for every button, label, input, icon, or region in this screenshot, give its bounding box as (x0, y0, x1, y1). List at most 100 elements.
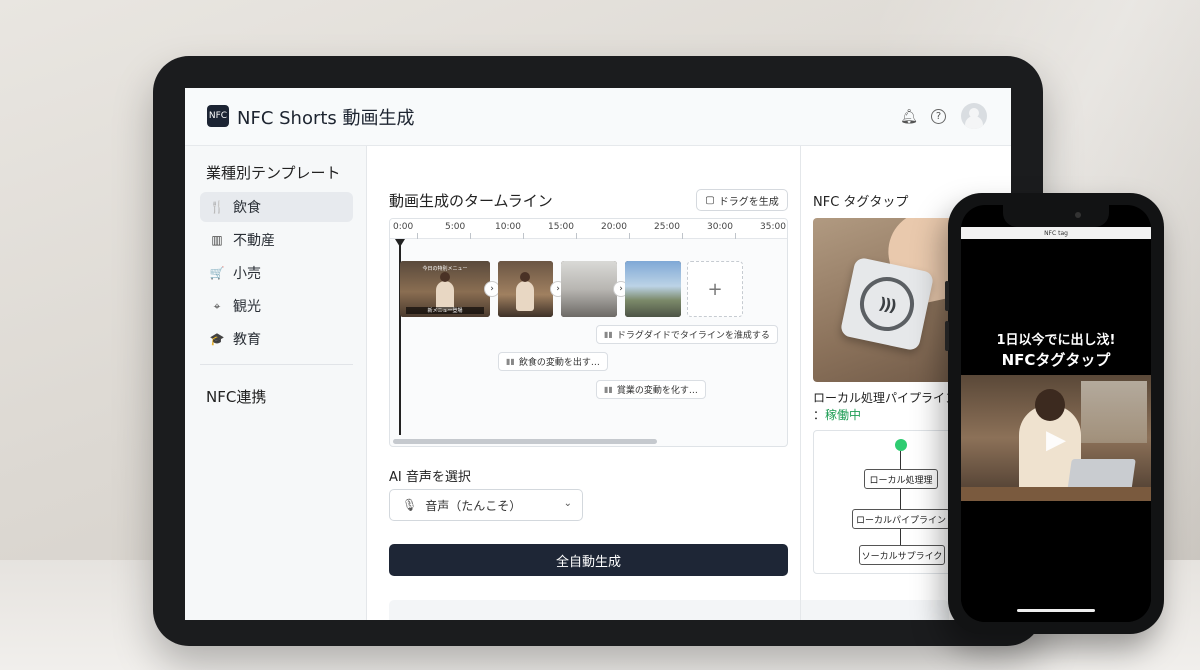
sidebar-item-label: 飲食 (233, 200, 261, 216)
promo-line2: NFCタグタップ (1001, 351, 1111, 369)
nfc-icon (854, 271, 920, 337)
tick-label: 35:00 (760, 222, 786, 232)
flow-start-node (895, 439, 907, 451)
sidebar-item-real-estate[interactable]: ▥ 不動産 (200, 225, 353, 255)
timeline-ruler: 0:00 5:00 10:00 15:00 20:00 25:00 30:00 … (390, 219, 787, 239)
pipeline-status-prefix: ： (813, 408, 826, 422)
sidebar-item-label: 教育 (233, 332, 261, 348)
flow-node-3: ソーカルサプライク (859, 545, 945, 565)
sidebar-item-label: 小売 (233, 266, 261, 282)
clip-person (516, 272, 534, 311)
graduation-cap-icon: 🎓 (209, 332, 225, 346)
clip-caption: 今日の特別メニュー (422, 266, 468, 272)
panel-divider (800, 146, 801, 620)
tick-mark (576, 233, 577, 239)
waveform-icon: ▮▮ (604, 385, 613, 394)
tick-mark (417, 233, 418, 239)
video-clip-2[interactable] (498, 261, 553, 317)
home-indicator (1017, 609, 1095, 612)
audio-track-label: 賞業の変動を化す… (616, 386, 698, 396)
voice-select[interactable]: 🎙︎ 音声（たんこそ） ⌄ (389, 489, 583, 521)
video-clip-4[interactable] (625, 261, 681, 317)
sidebar-item-education[interactable]: 🎓 教育 (200, 324, 353, 354)
drag-generate-button[interactable]: ▢ ドラグを生成 (696, 189, 788, 211)
timeline-editor[interactable]: 0:00 5:00 10:00 15:00 20:00 25:00 30:00 … (389, 218, 788, 447)
tick-label: 5:00 (445, 222, 466, 232)
phone-video[interactable]: ▶ (961, 375, 1151, 501)
cart-icon: 🛒 (209, 266, 225, 280)
tick-mark (470, 233, 471, 239)
sidebar-item-label: 不動産 (233, 233, 275, 249)
voice-selected: 音声（たんこそ） (425, 498, 522, 513)
sidebar-item-restaurant[interactable]: 🍴 飲食 (200, 192, 353, 222)
utensils-icon: 🍴 (209, 200, 225, 214)
waveform-icon: ▮▮ (604, 330, 613, 339)
add-clip-button[interactable]: + (687, 261, 743, 317)
nfc-card-image (839, 256, 935, 352)
timeline-scrollbar[interactable] (393, 439, 657, 444)
pipeline-status: 稼働中 (825, 408, 862, 422)
sidebar: 業種別テンプレート 🍴 飲食 ▥ 不動産 🛒 小売 ⌖ 観光 🎓 教育 NFC連… (185, 146, 367, 620)
tick-mark (735, 233, 736, 239)
tick-label: 30:00 (707, 222, 733, 232)
flow-node-1: ローカル処理理 (864, 469, 938, 489)
audio-track-2[interactable]: ▮▮ 飲食の変動を出す… (498, 352, 608, 371)
tick-label: 15:00 (548, 222, 574, 232)
building-icon: ▥ (211, 233, 223, 247)
sidebar-item-nfc[interactable]: NFC連携 (206, 386, 266, 407)
app-logo: NFC (207, 105, 229, 127)
help-icon[interactable]: ? (931, 109, 946, 124)
avatar[interactable] (961, 103, 987, 129)
play-icon[interactable]: ▶ (1041, 425, 1071, 455)
microphone-icon: 🎙︎ (402, 498, 418, 512)
flow-connector (900, 451, 901, 469)
flow-connector (900, 489, 901, 509)
timeline-title: 動画生成のタームライン (389, 192, 553, 210)
sidebar-divider (200, 364, 353, 365)
voice-title: AI 音声を選択 (389, 470, 471, 485)
phone-device: NFC tag 1日以今でに出し㳀! NFCタグタップ ▶ (945, 193, 1164, 634)
app-header: NFC NFC Shorts 動画生成 🔔︎ ? (185, 88, 1011, 146)
video-clip-3[interactable] (561, 261, 617, 317)
tick-mark (682, 233, 683, 239)
tick-label: 10:00 (495, 222, 521, 232)
audio-track-3[interactable]: ▮▮ 賞業の変動を化す… (596, 380, 706, 399)
tick-label: 0:00 (393, 222, 414, 232)
clip-subtitle: 新メニュー登場 (406, 307, 484, 314)
flow-node-2: ローカルパイプライン (852, 509, 950, 529)
tablet-device: NFC NFC Shorts 動画生成 🔔︎ ? 業種別テンプレート 🍴 飲食 … (153, 56, 1043, 646)
sidebar-title: 業種別テンプレート (206, 164, 341, 182)
audio-track-label: 飲食の変動を出す… (518, 358, 600, 368)
phone-topbar: NFC tag (961, 227, 1151, 239)
bell-icon[interactable]: 🔔︎ (900, 108, 918, 126)
video-background (1081, 381, 1147, 443)
bottom-card (389, 600, 949, 620)
map-pin-icon: ⌖ (213, 298, 221, 313)
clip-thumbnail (625, 261, 681, 317)
pipeline-title-text: ローカル処理パイプライン (813, 391, 958, 405)
phone-side-button (945, 281, 949, 311)
clip-thumbnail (561, 261, 617, 317)
sidebar-item-retail[interactable]: 🛒 小売 (200, 258, 353, 288)
video-table (961, 487, 1151, 501)
promo-line1: 1日以今でに出し㳀! (996, 333, 1116, 348)
waveform-icon: ▮▮ (506, 357, 515, 366)
sidebar-item-label: 観光 (233, 299, 261, 315)
phone-content: 1日以今でに出し㳀! NFCタグタップ ▶ (961, 239, 1151, 622)
tick-mark (629, 233, 630, 239)
phone-side-button (945, 321, 949, 351)
tick-label: 20:00 (601, 222, 627, 232)
audio-track-1[interactable]: ▮▮ ドラグダイドでタイラインを淮成する (596, 325, 778, 344)
tick-mark (523, 233, 524, 239)
drag-generate-label: ドラグを生成 (718, 196, 779, 208)
auto-generate-button[interactable]: 全自動生成 (389, 544, 788, 576)
audio-track-label: ドラグダイドでタイラインを淮成する (616, 331, 770, 341)
app-title: NFC Shorts 動画生成 (237, 108, 415, 129)
nfc-title: NFC タグタップ (813, 195, 909, 210)
sidebar-item-tourism[interactable]: ⌖ 観光 (200, 291, 353, 321)
phone-screen: NFC tag 1日以今でに出し㳀! NFCタグタップ ▶ (961, 205, 1151, 622)
flow-connector (900, 529, 901, 545)
video-clip-1[interactable]: 今日の特別メニュー 新メニュー登場 (400, 261, 490, 317)
tablet-screen: NFC NFC Shorts 動画生成 🔔︎ ? 業種別テンプレート 🍴 飲食 … (185, 88, 1011, 620)
chevron-down-icon: ⌄ (563, 498, 572, 509)
